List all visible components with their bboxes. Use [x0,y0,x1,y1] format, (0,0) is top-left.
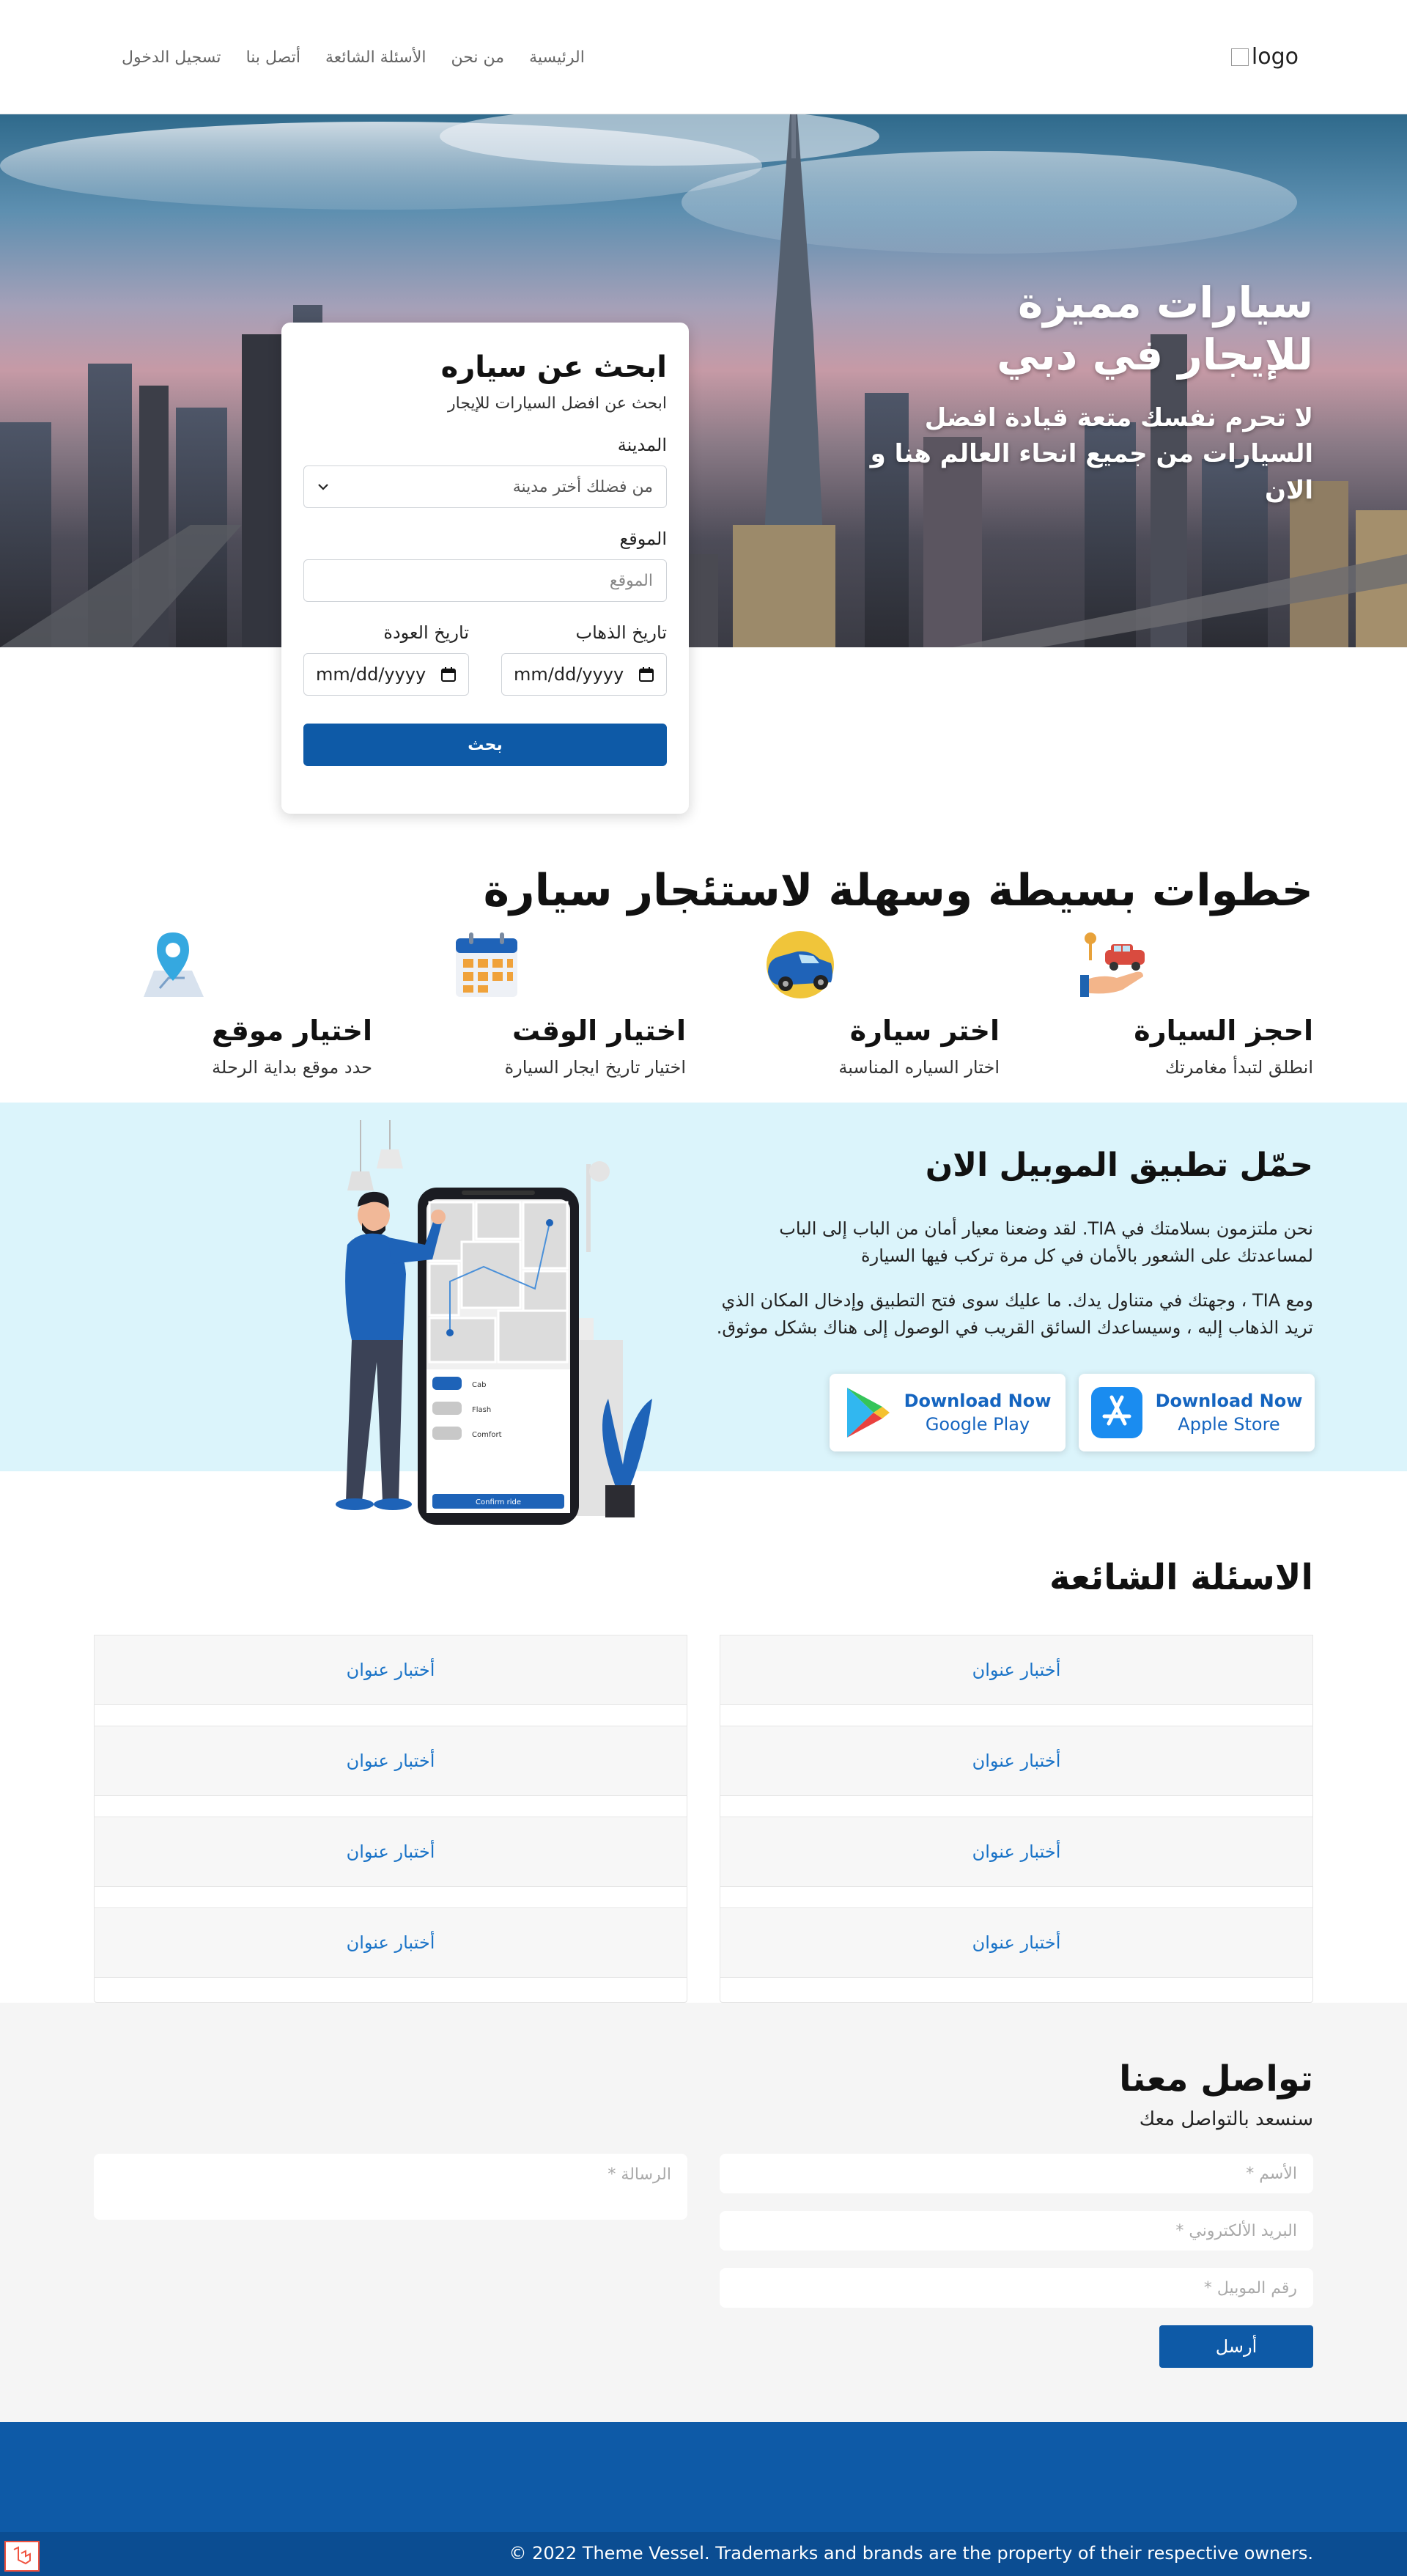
google-play-line2: Google Play [925,1414,1030,1435]
step-desc: انطلق لتبدأ مغامرتك [1164,1057,1313,1078]
return-date-input[interactable]: mm/dd/yyyy [303,653,469,696]
message-textarea[interactable]: الرسالة * [94,2154,687,2220]
faq-item[interactable]: أختبار عنوان [720,1726,1313,1796]
steps-title: خطوات بسيطة وسهلة لاستئجار سيارة [483,865,1313,916]
search-card: ابحث عن سياره ابحث عن افضل السيارات للإي… [281,323,689,814]
email-input[interactable]: البريد الألكتروني * [720,2211,1313,2251]
map-pin-icon [144,932,204,997]
logo-alt-text: logo [1251,44,1299,70]
faq-item[interactable]: أختبار عنوان [720,1817,1313,1887]
apple-store-line1: Download Now [1155,1391,1303,1411]
app-paragraph-1: نحن ملتزمون بسلامتك في TIA. لقد وضعنا مع… [779,1218,1313,1267]
step-title: احجز السيارة [1134,1015,1313,1047]
step-title: اختيار الوقت [512,1015,686,1047]
faq-item[interactable]: أختبار عنوان [94,1635,687,1705]
search-subtitle: ابحث عن افضل السيارات للإيجار [448,394,667,413]
phone-confirm-ride: Confirm ride [476,1498,521,1506]
departure-date-placeholder: mm/dd/yyyy [514,664,624,685]
faq-item[interactable]: أختبار عنوان [94,1726,687,1796]
step-title: اختر سيارة [849,1015,1000,1047]
step-choose-location: اختيار موقع حدد موقع بداية الرحلة [138,930,372,1078]
phone-ride-flash: Flash [472,1406,491,1414]
hero-subtitle: لا تحرم نفسك متعة قيادة افضل السيارات من… [870,403,1313,505]
faq-column-right: أختبار عنوان أختبار عنوان أختبار عنوان أ… [720,1635,1313,2003]
nav-link-home[interactable]: الرئيسية [529,48,585,67]
laravel-debug-icon[interactable] [4,2541,40,2572]
copyright-text: © 2022 Theme Vessel. Trademarks and bran… [509,2543,1313,2564]
calendar-icon [456,932,517,997]
phone-man-illustration: Cab Flash Comfort Confirm ride [315,1120,667,1534]
step-book-car: احجز السيارة انطلق لتبدأ مغامرتك [1079,930,1313,1078]
car-key-hand-icon [1080,932,1145,997]
app-store-icon [1090,1387,1142,1438]
app-title: حمّل تطبيق الموبيل الان [925,1147,1313,1184]
step-desc: اختيار تاريخ ايجار السيارة [504,1057,686,1078]
faq-item[interactable]: أختبار عنوان [94,1907,687,1978]
search-title: ابحث عن سياره [440,350,667,384]
search-button[interactable]: بحث [303,724,667,766]
name-input[interactable]: الأسم * [720,2154,1313,2193]
footer [0,2422,1407,2532]
phone-ride-comfort: Comfort [472,1431,502,1439]
city-select-value: من فضلك أختر مدينة [512,477,653,496]
step-desc: حدد موقع بداية الرحلة [212,1057,372,1078]
return-date-placeholder: mm/dd/yyyy [316,664,426,685]
return-label: تاريخ العودة [383,622,469,643]
location-label: الموقع [619,529,668,549]
google-play-icon [846,1388,890,1438]
apple-store-line2: Apple Store [1178,1414,1280,1435]
step-desc: اختار السياره المناسبة [838,1057,1000,1078]
departure-date-group: تاريخ الذهاب mm/dd/yyyy [501,622,667,696]
city-skyline-illustration [0,114,1407,647]
blue-car-icon [767,931,834,998]
faq-column-left: أختبار عنوان أختبار عنوان أختبار عنوان أ… [94,1635,687,2003]
nav-link-about[interactable]: من نحن [451,48,504,67]
contact-title: تواصل معنا [1119,2058,1313,2100]
hero-banner: سيارات مميزة للإيجار في دبي لا تحرم نفسك… [0,114,1407,647]
date-row: تاريخ الذهاب mm/dd/yyyy تاريخ العودة mm/… [303,622,667,696]
google-play-line1: Download Now [904,1391,1052,1411]
phone-ride-cab: Cab [472,1381,486,1389]
phone-input[interactable]: رقم الموبيل * [720,2268,1313,2308]
apple-store-button[interactable]: Download Now Apple Store [1079,1374,1315,1451]
location-input[interactable]: الموقع [303,559,667,602]
calendar-picker-icon[interactable] [638,666,654,682]
faq-item[interactable]: أختبار عنوان [720,1907,1313,1978]
chevron-down-icon [318,484,328,490]
navbar: logo تسجيل الدخول أتصل بنا الأسئلة الشائ… [0,0,1407,114]
main-nav: تسجيل الدخول أتصل بنا الأسئلة الشائعة من… [122,48,585,67]
faq-item[interactable]: أختبار عنوان [94,1817,687,1887]
nav-link-contact[interactable]: أتصل بنا [246,48,300,67]
app-paragraph-2: ومع TIA ، وجهتك في متناول يدك. ما عليك س… [716,1290,1313,1339]
departure-label: تاريخ الذهاب [575,622,667,643]
departure-date-input[interactable]: mm/dd/yyyy [501,653,667,696]
contact-subtitle: سنسعد بالتواصل معك [1139,2108,1313,2130]
send-button[interactable]: أرسل [1159,2325,1313,2368]
google-play-button[interactable]: Download Now Google Play [830,1374,1066,1451]
calendar-picker-icon[interactable] [440,666,457,682]
return-date-group: تاريخ العودة mm/dd/yyyy [303,622,469,696]
nav-link-logout-login[interactable]: تسجيل الدخول [122,48,221,67]
hero-title: سيارات مميزة للإيجار في دبي [997,278,1313,380]
step-choose-time: اختيار الوقت اختيار تاريخ ايجار السيارة [451,930,686,1078]
nav-link-faq[interactable]: الأسئلة الشائعة [325,48,426,67]
broken-image-icon [1230,48,1249,66]
city-select[interactable]: من فضلك أختر مدينة [303,465,667,508]
faq-item[interactable]: أختبار عنوان [720,1635,1313,1705]
step-title: اختيار موقع [211,1015,372,1047]
laravel-logo-icon [13,2546,31,2565]
step-choose-car: اختر سيارة اختار السياره المناسبة [765,930,1000,1078]
logo[interactable]: logo [1230,44,1299,70]
faq-title: الاسئلة الشائعة [1049,1557,1313,1598]
city-label: المدينة [617,435,667,455]
